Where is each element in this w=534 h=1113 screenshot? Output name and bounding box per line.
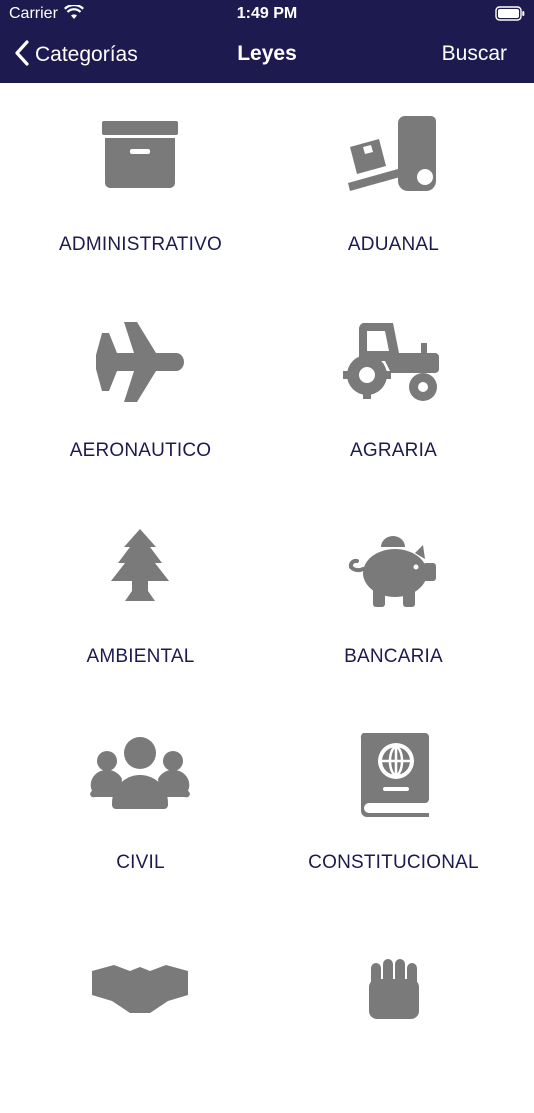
nav-bar: Categorías Leyes Buscar: [0, 28, 534, 83]
status-bar: Carrier 1:49 PM: [0, 0, 534, 28]
passport-icon: [360, 733, 429, 817]
category-constitucional[interactable]: CONSTITUCIONAL: [260, 701, 527, 907]
category-agraria[interactable]: AGRARIA: [260, 289, 527, 495]
hand-truck-icon: [348, 116, 436, 191]
category-civil[interactable]: CIVIL: [7, 701, 274, 907]
category-label: CONSTITUCIONAL: [308, 852, 479, 873]
category-partial-right[interactable]: [260, 907, 527, 1113]
airplane-icon: [96, 322, 184, 402]
users-icon: [90, 737, 190, 809]
category-aeronautico[interactable]: AERONAUTICO: [7, 289, 274, 495]
category-label: CIVIL: [116, 852, 165, 873]
category-partial-left[interactable]: [7, 907, 274, 1113]
clock: 1:49 PM: [236, 5, 298, 22]
category-label: BANCARIA: [344, 646, 443, 667]
category-aduanal[interactable]: ADUANAL: [260, 83, 527, 289]
archive-box-icon: [102, 121, 178, 188]
handshake-icon: [92, 965, 188, 1013]
header: Carrier 1:49 PM Categorías Leyes Buscar: [0, 0, 534, 83]
fist-icon: [369, 959, 419, 1019]
piggy-bank-icon: [348, 536, 436, 607]
category-administrativo[interactable]: ADMINISTRATIVO: [7, 83, 274, 289]
category-ambiental[interactable]: AMBIENTAL: [7, 495, 274, 701]
category-label: AERONAUTICO: [69, 440, 212, 461]
tree-icon: [111, 529, 169, 601]
category-label: ADUANAL: [347, 234, 440, 255]
category-label: ADMINISTRATIVO: [59, 234, 222, 255]
battery-icon: [495, 6, 525, 26]
category-label: AMBIENTAL: [86, 646, 195, 667]
category-label: AGRARIA: [350, 440, 437, 461]
category-bancaria[interactable]: BANCARIA: [260, 495, 527, 701]
tractor-icon: [343, 323, 439, 401]
search-button[interactable]: Buscar: [442, 42, 507, 66]
